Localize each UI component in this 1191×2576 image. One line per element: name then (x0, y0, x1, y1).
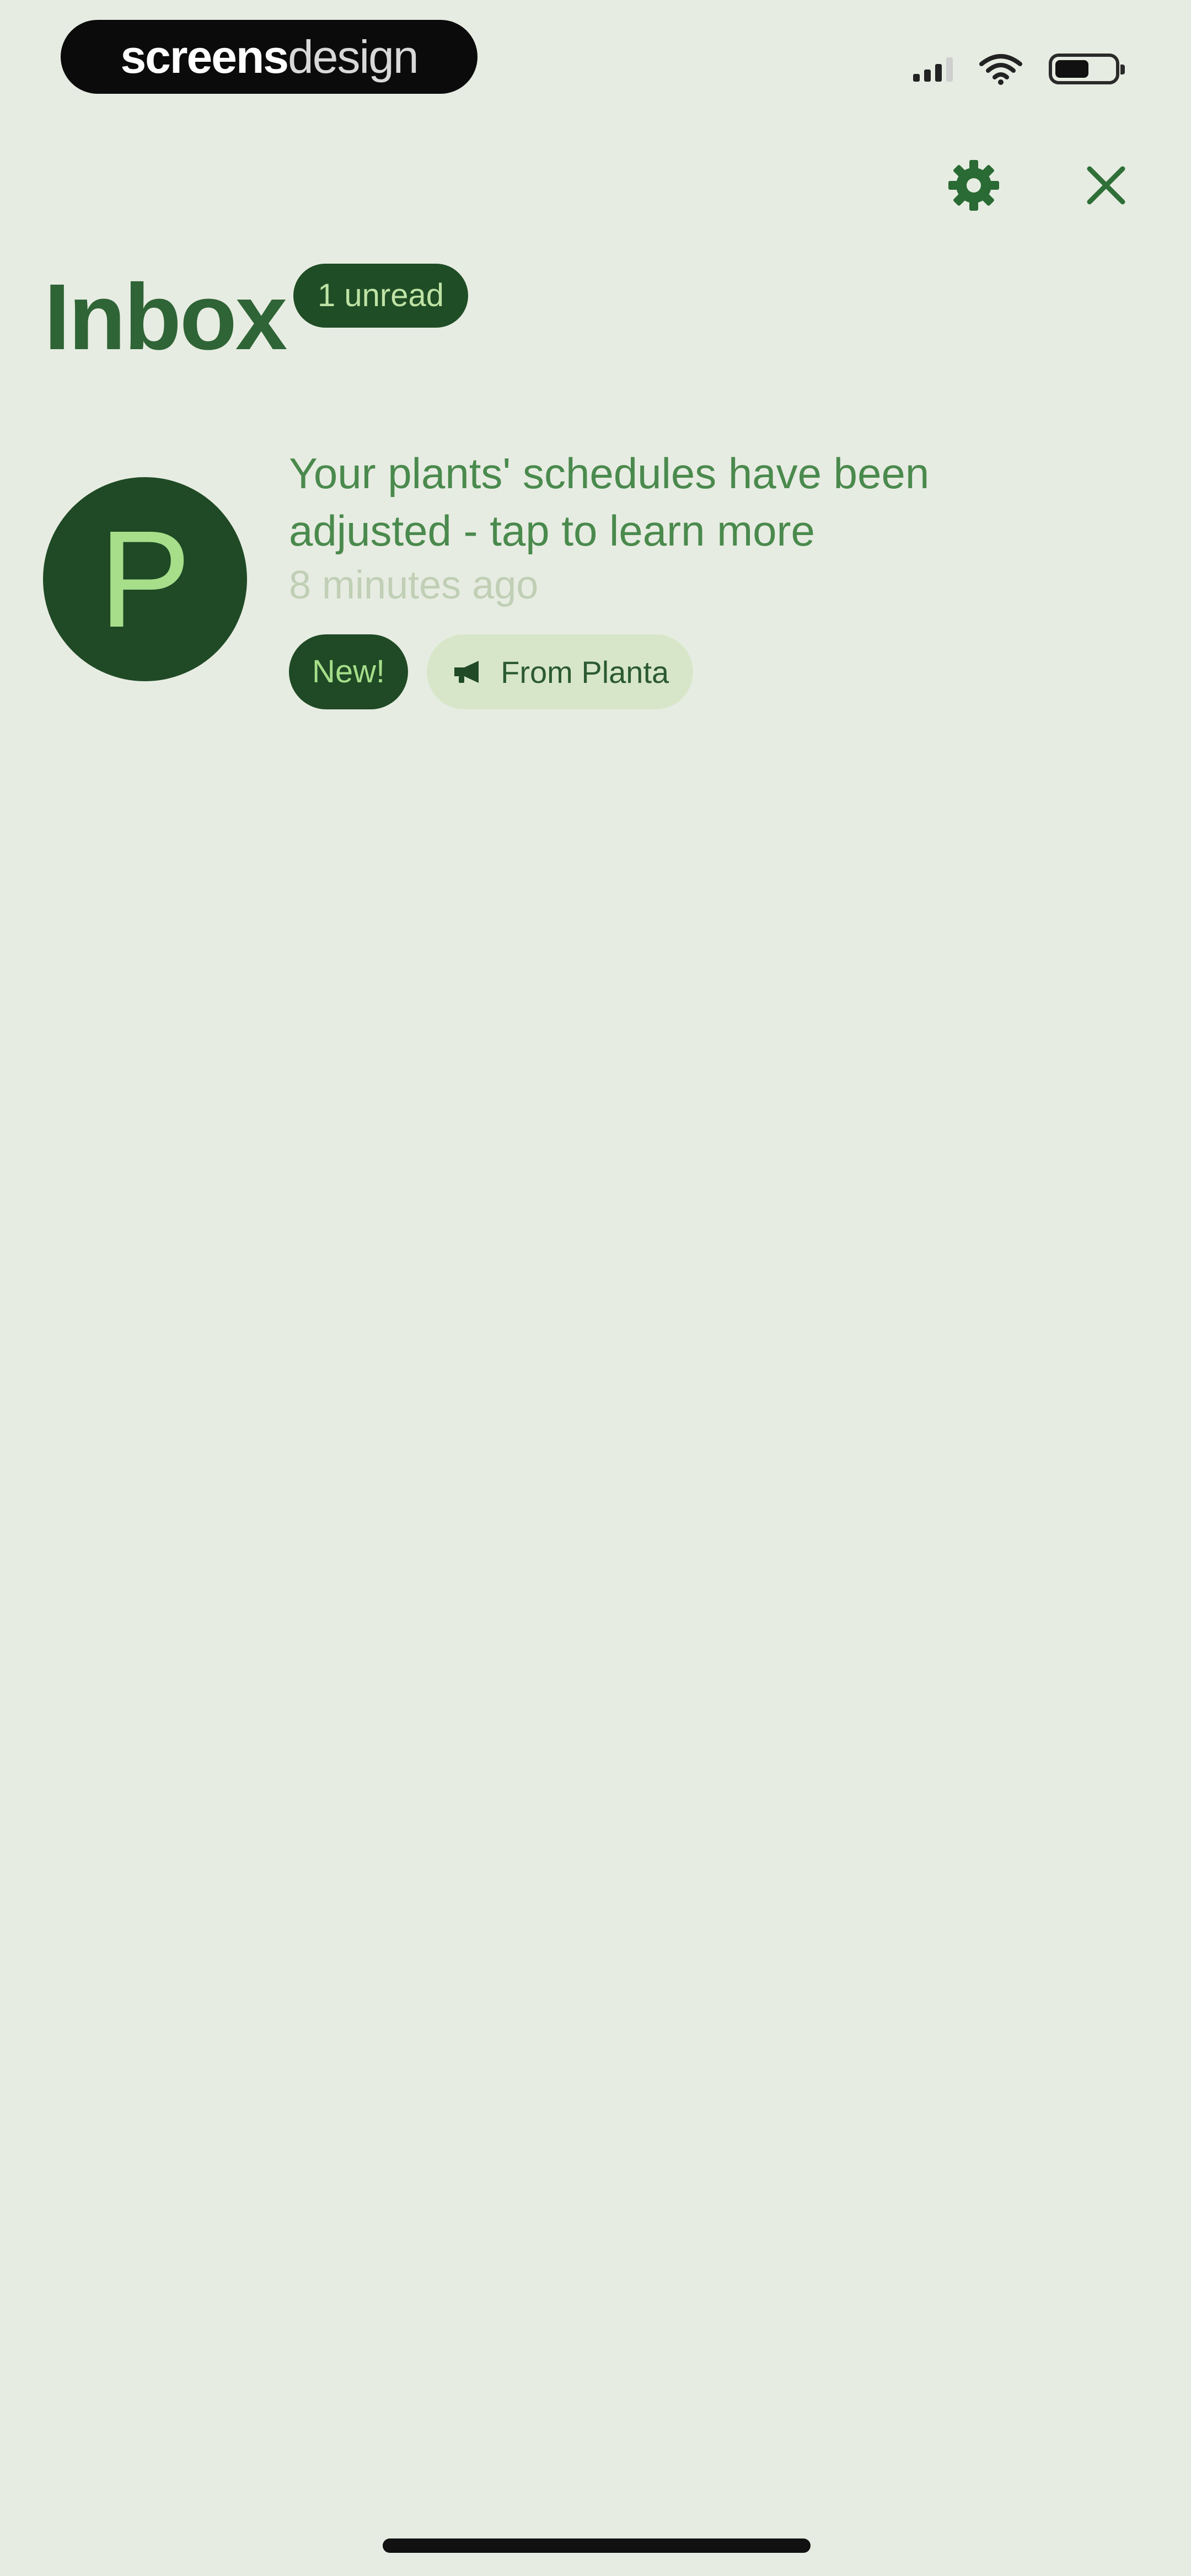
wifi-icon (979, 54, 1022, 85)
battery-icon (1049, 54, 1125, 84)
notification-tags: New! From Planta (289, 634, 694, 709)
notification-message: Your plants' schedules have been adjuste… (289, 449, 930, 555)
inbox-screen: screens design Inbox 1 unread P Your pla… (0, 0, 1191, 2576)
page-title: Inbox (44, 265, 287, 370)
cellular-signal-icon (913, 56, 953, 82)
status-icons (913, 50, 1125, 88)
close-icon (1087, 166, 1125, 205)
megaphone-icon (454, 661, 479, 683)
notification-time: 8 minutes ago (289, 563, 539, 607)
new-tag: New! (289, 634, 409, 709)
brand-watermark: screens design (61, 20, 478, 94)
source-tag: From Planta (427, 634, 694, 709)
close-button[interactable] (1079, 158, 1134, 213)
brand-bold-text: screens (120, 30, 289, 83)
avatar: P (43, 477, 247, 681)
notification-item[interactable]: P Your plants' schedules have been adjus… (43, 441, 1146, 728)
unread-badge: 1 unread (293, 264, 468, 328)
source-tag-label: From Planta (501, 654, 669, 690)
gear-icon (948, 160, 999, 211)
brand-light-text: design (288, 30, 419, 83)
settings-button[interactable] (944, 156, 1004, 215)
home-indicator[interactable] (383, 2538, 811, 2553)
